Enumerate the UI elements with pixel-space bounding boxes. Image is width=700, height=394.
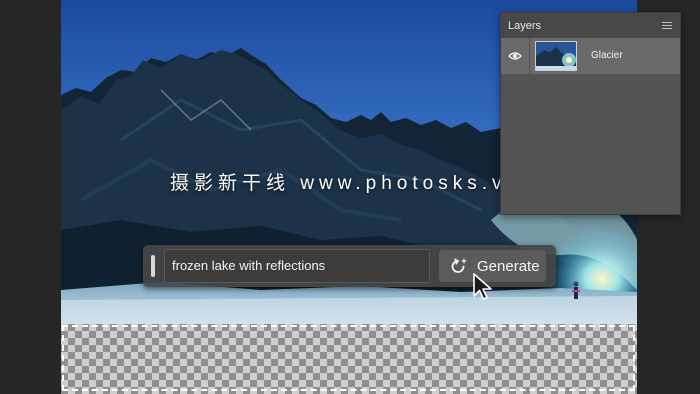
layers-panel-header: Layers bbox=[501, 13, 680, 39]
eye-icon[interactable] bbox=[508, 49, 522, 63]
hamburger-menu-icon[interactable] bbox=[662, 22, 672, 31]
layers-panel-title: Layers bbox=[508, 20, 542, 32]
layer-name: Glacier bbox=[591, 50, 623, 61]
sparkle-refresh-icon bbox=[451, 258, 467, 273]
layer-row-glacier[interactable]: Glacier bbox=[501, 38, 680, 74]
layer-row-divider bbox=[529, 38, 530, 74]
layer-thumbnail[interactable] bbox=[535, 41, 577, 71]
prompt-input[interactable]: frozen lake with reflections bbox=[164, 249, 430, 283]
drag-handle[interactable] bbox=[151, 255, 155, 277]
marquee-selection[interactable] bbox=[62, 325, 635, 391]
mouse-pointer-icon bbox=[473, 273, 492, 300]
layers-panel: Layers Glacier bbox=[500, 12, 681, 215]
workspace-left-gutter bbox=[0, 0, 61, 394]
watermark-text: 摄影新干线 www.photosks.vip bbox=[170, 173, 532, 194]
